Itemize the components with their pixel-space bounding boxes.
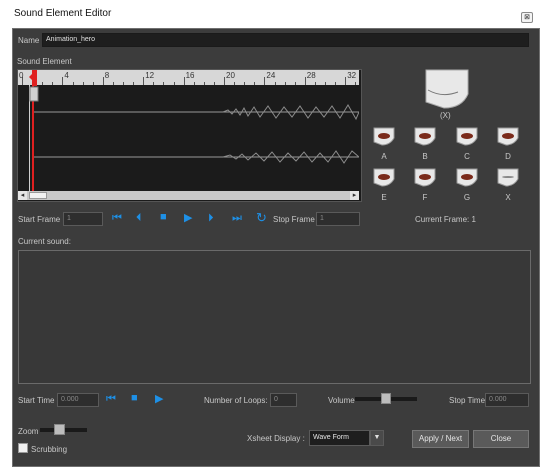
mouth-label: G bbox=[463, 193, 471, 202]
mouth-preview-image bbox=[425, 69, 469, 109]
ruler-tick-label: 20 bbox=[226, 71, 235, 80]
scrubbing-checkbox[interactable] bbox=[18, 443, 28, 453]
xsheet-display-select[interactable]: Wave Form bbox=[309, 430, 370, 446]
start-frame-label: Start Frame bbox=[18, 215, 61, 224]
mouth-shape-a[interactable] bbox=[372, 126, 396, 148]
ruler-tick bbox=[183, 77, 185, 85]
mouth-label: E bbox=[381, 193, 387, 202]
sound-element-label: Sound Element bbox=[17, 57, 72, 66]
stop-time-field[interactable]: 0.000 bbox=[485, 393, 529, 407]
ruler-tick-label: 0 bbox=[19, 71, 24, 80]
stop-button[interactable]: ■ bbox=[160, 211, 167, 223]
mouth-label: D bbox=[505, 152, 511, 161]
window-title: Sound Element Editor bbox=[14, 8, 112, 19]
start-frame-field[interactable]: 1 bbox=[63, 212, 103, 226]
ruler-tick-label: 24 bbox=[266, 71, 276, 80]
stop-time-label: Stop Time bbox=[449, 396, 486, 405]
loops-field[interactable]: 0 bbox=[270, 393, 297, 407]
name-field[interactable]: Animation_hero bbox=[42, 33, 529, 47]
go-to-end-button[interactable]: ⏭ bbox=[232, 212, 242, 225]
ruler-tick-label: 32 bbox=[347, 71, 357, 80]
ruler-tick bbox=[264, 77, 266, 85]
playhead-handle bbox=[29, 86, 39, 102]
xsheet-display-label: Xsheet Display : bbox=[247, 434, 305, 443]
scroll-right-icon[interactable]: ▸ bbox=[350, 191, 359, 200]
stop-frame-field[interactable]: 1 bbox=[316, 212, 360, 226]
ruler-tick bbox=[304, 77, 306, 85]
volume-label: Volume bbox=[328, 396, 355, 405]
mouth-shape-d[interactable] bbox=[496, 126, 520, 148]
name-label: Name bbox=[18, 36, 40, 45]
ruler-tick-label: 4 bbox=[64, 71, 69, 80]
loop-icon[interactable]: ↻ bbox=[256, 210, 267, 226]
zoom-slider-thumb[interactable] bbox=[54, 424, 65, 435]
step-back-button[interactable]: ⏴ bbox=[136, 212, 142, 225]
time-go-to-start-button[interactable]: ⏮ bbox=[106, 393, 116, 406]
chevron-down-icon[interactable]: ▼ bbox=[370, 430, 384, 446]
step-forward-button[interactable]: ⏵ bbox=[208, 212, 214, 225]
zoom-label: Zoom bbox=[18, 427, 39, 436]
mouth-shape-g[interactable] bbox=[455, 167, 479, 189]
mouth-shape-e[interactable] bbox=[372, 167, 396, 189]
mouth-preview-label: (X) bbox=[440, 111, 451, 120]
ruler-tick bbox=[143, 77, 145, 85]
apply-next-button[interactable]: Apply / Next bbox=[412, 430, 469, 448]
close-button[interactable]: Close bbox=[473, 430, 529, 448]
ruler-tick-label: 8 bbox=[104, 71, 110, 80]
stop-frame-label: Stop Frame bbox=[273, 215, 315, 224]
ruler-tick bbox=[345, 77, 347, 85]
ruler-tick-label: 16 bbox=[185, 71, 195, 80]
mouth-shape-c[interactable] bbox=[455, 126, 479, 148]
scroll-left-icon[interactable]: ◂ bbox=[18, 191, 27, 200]
play-button[interactable]: ▶ bbox=[184, 211, 192, 224]
scrubbing-label: Scrubbing bbox=[31, 445, 68, 454]
start-time-field[interactable]: 0.000 bbox=[57, 393, 99, 407]
time-stop-button[interactable]: ■ bbox=[131, 392, 138, 404]
waveform bbox=[29, 85, 359, 191]
mouth-label: B bbox=[422, 152, 428, 161]
playhead-marker-icon[interactable] bbox=[26, 70, 40, 86]
ruler-tick-label: 28 bbox=[306, 71, 316, 80]
ruler-tick bbox=[224, 77, 225, 85]
mouth-label: C bbox=[464, 152, 470, 161]
go-to-start-button[interactable]: ⏮ bbox=[112, 212, 122, 225]
start-time-label: Start Time bbox=[18, 396, 55, 405]
mouth-shape-b[interactable] bbox=[413, 126, 437, 148]
loops-label: Number of Loops: bbox=[204, 396, 268, 405]
mouth-label: X bbox=[505, 193, 511, 202]
mouth-label: F bbox=[422, 193, 428, 202]
mouth-label: A bbox=[381, 152, 387, 161]
time-play-button[interactable]: ▶ bbox=[155, 392, 163, 405]
scroll-thumb[interactable] bbox=[29, 192, 47, 199]
close-icon[interactable]: ⊠ bbox=[521, 12, 533, 23]
current-frame-text: Current Frame: 1 bbox=[415, 215, 476, 224]
ruler-tick bbox=[62, 77, 64, 85]
ruler-tick-label: 12 bbox=[145, 71, 155, 80]
ruler-tick bbox=[102, 77, 104, 85]
mouth-shape-x[interactable] bbox=[496, 167, 520, 189]
mouth-shape-f[interactable] bbox=[413, 167, 437, 189]
horizontal-scrollbar[interactable]: ◂ ▸ bbox=[18, 191, 359, 200]
volume-slider-thumb[interactable] bbox=[381, 393, 391, 404]
current-sound-label: Current sound: bbox=[18, 237, 71, 246]
current-sound-view[interactable] bbox=[18, 250, 531, 384]
frame-ruler[interactable]: 0 4 8 12 16 20 24 28 32 bbox=[18, 70, 359, 85]
